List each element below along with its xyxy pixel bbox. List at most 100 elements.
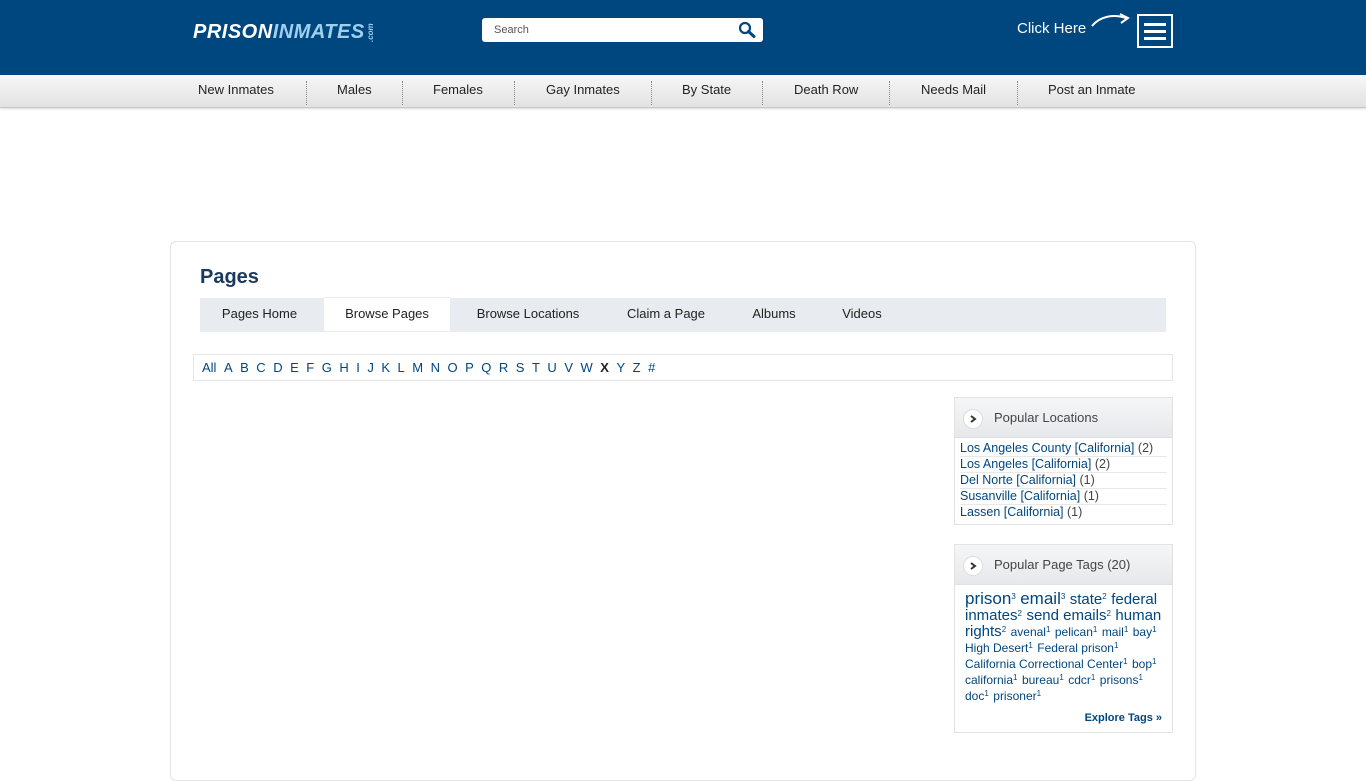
alphabet-letter-all[interactable]: All (202, 360, 216, 375)
nav-divider (651, 81, 652, 105)
alphabet-letter-j[interactable]: J (367, 360, 374, 375)
tag-count: 1 (1123, 657, 1128, 666)
alphabet-letter-m[interactable]: M (412, 360, 423, 375)
location-link[interactable]: Del Norte [California] (960, 473, 1076, 487)
chevron-right-icon[interactable] (963, 556, 983, 576)
tag-link[interactable]: California Correctional Center1 (965, 657, 1128, 671)
location-link[interactable]: Lassen [California] (960, 505, 1064, 519)
alphabet-filter: All A B C D E F G H I J K L M N O P Q R S T U V W X Y Z # (193, 354, 1173, 381)
click-here-label: Click Here (1017, 20, 1087, 37)
tag-link[interactable]: prison3 (965, 589, 1016, 608)
explore-tags-link[interactable]: Explore Tags » (955, 710, 1172, 732)
alphabet-letter-k[interactable]: K (381, 360, 390, 375)
alphabet-letter-g[interactable]: G (322, 360, 332, 375)
menu-button[interactable] (1137, 14, 1173, 48)
search-box (482, 18, 763, 42)
tag-name: prison (965, 589, 1012, 608)
hamburger-icon-bar (1144, 29, 1166, 33)
tab-browse-locations[interactable]: Browse Locations (460, 298, 596, 332)
nav-gay-inmates[interactable]: Gay Inmates (546, 75, 620, 106)
alphabet-letter-n[interactable]: N (431, 360, 440, 375)
tab-browse-pages[interactable]: Browse Pages (324, 297, 450, 331)
tag-count: 1 (1092, 625, 1098, 634)
tag-count: 1 (1036, 689, 1042, 698)
nav-needs-mail[interactable]: Needs Mail (921, 75, 986, 106)
popular-locations-list: Los Angeles County [California] (2) Los A… (955, 438, 1172, 524)
alphabet-letter-p[interactable]: P (465, 360, 474, 375)
tag-count: 3 (1011, 592, 1016, 601)
tag-name: mail (1101, 625, 1124, 639)
tag-link[interactable]: california1 (965, 673, 1017, 687)
alphabet-letter-u[interactable]: U (547, 360, 556, 375)
list-item: Lassen [California] (1) (960, 505, 1167, 520)
alphabet-letter-b[interactable]: B (240, 360, 249, 375)
tag-link[interactable]: email3 (1020, 589, 1065, 608)
tab-claim-a-page[interactable]: Claim a Page (612, 298, 720, 332)
alphabet-letter-q[interactable]: Q (481, 360, 491, 375)
alphabet-letter-a[interactable]: A (224, 360, 233, 375)
alphabet-letter-h[interactable]: H (339, 360, 348, 375)
logo-part-prison: PRISON (193, 21, 273, 43)
alphabet-letter-y[interactable]: Y (616, 360, 625, 375)
nav-new-inmates[interactable]: New Inmates (198, 75, 274, 106)
location-link[interactable]: Los Angeles [California] (960, 457, 1091, 471)
tag-name: send emails (1026, 607, 1107, 624)
nav-males[interactable]: Males (337, 75, 372, 106)
nav-by-state[interactable]: By State (682, 75, 731, 106)
location-count: (1) (1067, 505, 1083, 519)
chevron-right-icon[interactable] (963, 409, 983, 429)
tag-count: 3 (1060, 592, 1066, 601)
nav-females[interactable]: Females (433, 75, 483, 106)
alphabet-letter-l[interactable]: L (398, 360, 405, 375)
location-count: (2) (1137, 441, 1154, 455)
alphabet-letter-w[interactable]: W (580, 360, 592, 375)
tag-cloud: prison3 email3 state2 federal inmates2 s… (955, 585, 1172, 710)
tag-name: prisons (1099, 673, 1139, 687)
tab-pages-home[interactable]: Pages Home (200, 298, 319, 332)
tag-link[interactable]: bop1 (1132, 657, 1156, 671)
alphabet-letter-r[interactable]: R (499, 360, 508, 375)
tag-count: 2 (1106, 609, 1111, 618)
site-logo[interactable]: PRISON INMATES .com (193, 20, 383, 44)
tag-count: 1 (1045, 625, 1051, 634)
tag-link[interactable]: avenal1 (1011, 625, 1051, 639)
tag-link[interactable]: send emails2 (1026, 607, 1111, 624)
tab-albums[interactable]: Albums (738, 298, 810, 332)
nav-post-an-inmate[interactable]: Post an Inmate (1048, 75, 1135, 106)
tag-count: 2 (1001, 625, 1007, 634)
alphabet-letter-t[interactable]: T (532, 360, 540, 375)
tag-link[interactable]: doc1 (965, 689, 989, 703)
nav-death-row[interactable]: Death Row (794, 75, 858, 106)
tag-count: 1 (984, 689, 989, 698)
tag-link[interactable]: prisons1 (1100, 673, 1143, 687)
alphabet-letter-z[interactable]: Z (633, 360, 641, 375)
alphabet-letter-v[interactable]: V (564, 360, 573, 375)
list-item: Los Angeles [California] (2) (960, 457, 1167, 473)
alphabet-letter-o[interactable]: O (447, 360, 457, 375)
alphabet-letter-x[interactable]: X (600, 360, 609, 375)
tag-link[interactable]: High Desert1 (965, 641, 1033, 655)
alphabet-letter-f[interactable]: F (306, 360, 314, 375)
location-link[interactable]: Susanville [California] (960, 489, 1080, 503)
tag-link[interactable]: Federal prison1 (1037, 641, 1118, 655)
tag-link[interactable]: cdcr1 (1068, 673, 1095, 687)
tag-name: prisoner (993, 689, 1037, 703)
alphabet-letter-s[interactable]: S (516, 360, 525, 375)
alphabet-letter-hash[interactable]: # (648, 360, 655, 375)
tag-link[interactable]: pelican1 (1055, 625, 1097, 639)
alphabet-letter-d[interactable]: D (273, 360, 282, 375)
alphabet-letter-c[interactable]: C (256, 360, 265, 375)
tag-link[interactable]: bay1 (1133, 625, 1157, 639)
tag-link[interactable]: state2 (1070, 591, 1107, 608)
alphabet-letter-e[interactable]: E (290, 360, 299, 375)
location-link[interactable]: Los Angeles County [California] (960, 441, 1134, 455)
tag-link[interactable]: mail1 (1102, 625, 1128, 639)
tab-videos[interactable]: Videos (828, 298, 896, 332)
tag-count: 2 (1017, 609, 1022, 618)
alphabet-letter-i[interactable]: I (356, 360, 360, 375)
tag-link[interactable]: bureau1 (1022, 673, 1064, 687)
search-input[interactable] (494, 19, 734, 41)
tag-link[interactable]: prisoner1 (993, 689, 1041, 703)
search-button[interactable] (737, 21, 757, 39)
nav-divider (1017, 81, 1018, 105)
